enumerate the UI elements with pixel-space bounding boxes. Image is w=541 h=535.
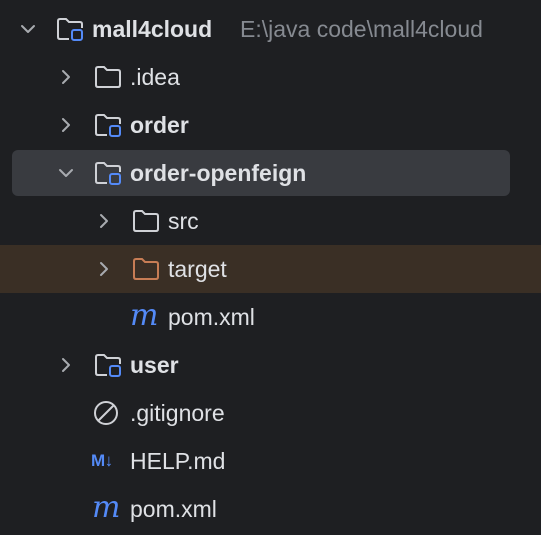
tree-row-mall4cloud[interactable]: mall4cloud E:\java code\mall4cloud	[0, 5, 541, 53]
tree-row-gitignore[interactable]: .gitignore	[0, 389, 541, 437]
tree-row-label: pom.xml	[130, 496, 217, 522]
tree-row-label: order	[130, 112, 189, 138]
tree-row-label: HELP.md	[130, 448, 226, 474]
chevron-right-icon[interactable]	[56, 115, 76, 135]
tree-row-label: target	[168, 256, 227, 282]
markdown-icon: M↓	[91, 451, 113, 470]
chevron-right-icon[interactable]	[94, 211, 114, 231]
tree-row-pom-inner[interactable]: m pom.xml	[0, 293, 541, 341]
module-folder-icon	[57, 18, 83, 41]
tree-row-target[interactable]: target	[0, 245, 541, 293]
tree-row-label: pom.xml	[168, 304, 255, 330]
maven-icon: m	[130, 298, 159, 333]
module-folder-icon	[95, 162, 121, 185]
tree-row-pom-root[interactable]: m pom.xml	[0, 485, 541, 533]
chevron-right-icon[interactable]	[56, 67, 76, 87]
tree-row-user[interactable]: user	[0, 341, 541, 389]
module-folder-icon	[95, 114, 121, 137]
chevron-right-icon[interactable]	[94, 259, 114, 279]
folder-icon	[133, 210, 159, 232]
tree-row-order-openfeign[interactable]: order-openfeign	[0, 149, 541, 197]
chevron-right-icon[interactable]	[56, 355, 76, 375]
tree-row-label: order-openfeign	[130, 160, 307, 186]
chevron-down-icon[interactable]	[56, 163, 76, 183]
tree-row-label: .gitignore	[130, 400, 225, 426]
tree-row-label: user	[130, 352, 179, 378]
tree-row-label: mall4cloud	[92, 16, 213, 42]
tree-row-help-md[interactable]: M↓ HELP.md	[0, 437, 541, 485]
tree-row-label: .idea	[130, 64, 180, 90]
ignore-file-icon	[94, 401, 118, 425]
tree-row-idea[interactable]: .idea	[0, 53, 541, 101]
project-path: E:\java code\mall4cloud	[240, 16, 483, 42]
maven-icon: m	[92, 490, 121, 525]
tree-row-order[interactable]: order	[0, 101, 541, 149]
folder-icon	[95, 66, 121, 88]
project-tree: mall4cloud E:\java code\mall4cloud .idea…	[0, 0, 541, 535]
tree-row-src[interactable]: src	[0, 197, 541, 245]
module-folder-icon	[95, 354, 121, 377]
chevron-down-icon[interactable]	[18, 19, 38, 39]
tree-row-label: src	[168, 208, 199, 234]
excluded-folder-icon	[133, 258, 159, 280]
